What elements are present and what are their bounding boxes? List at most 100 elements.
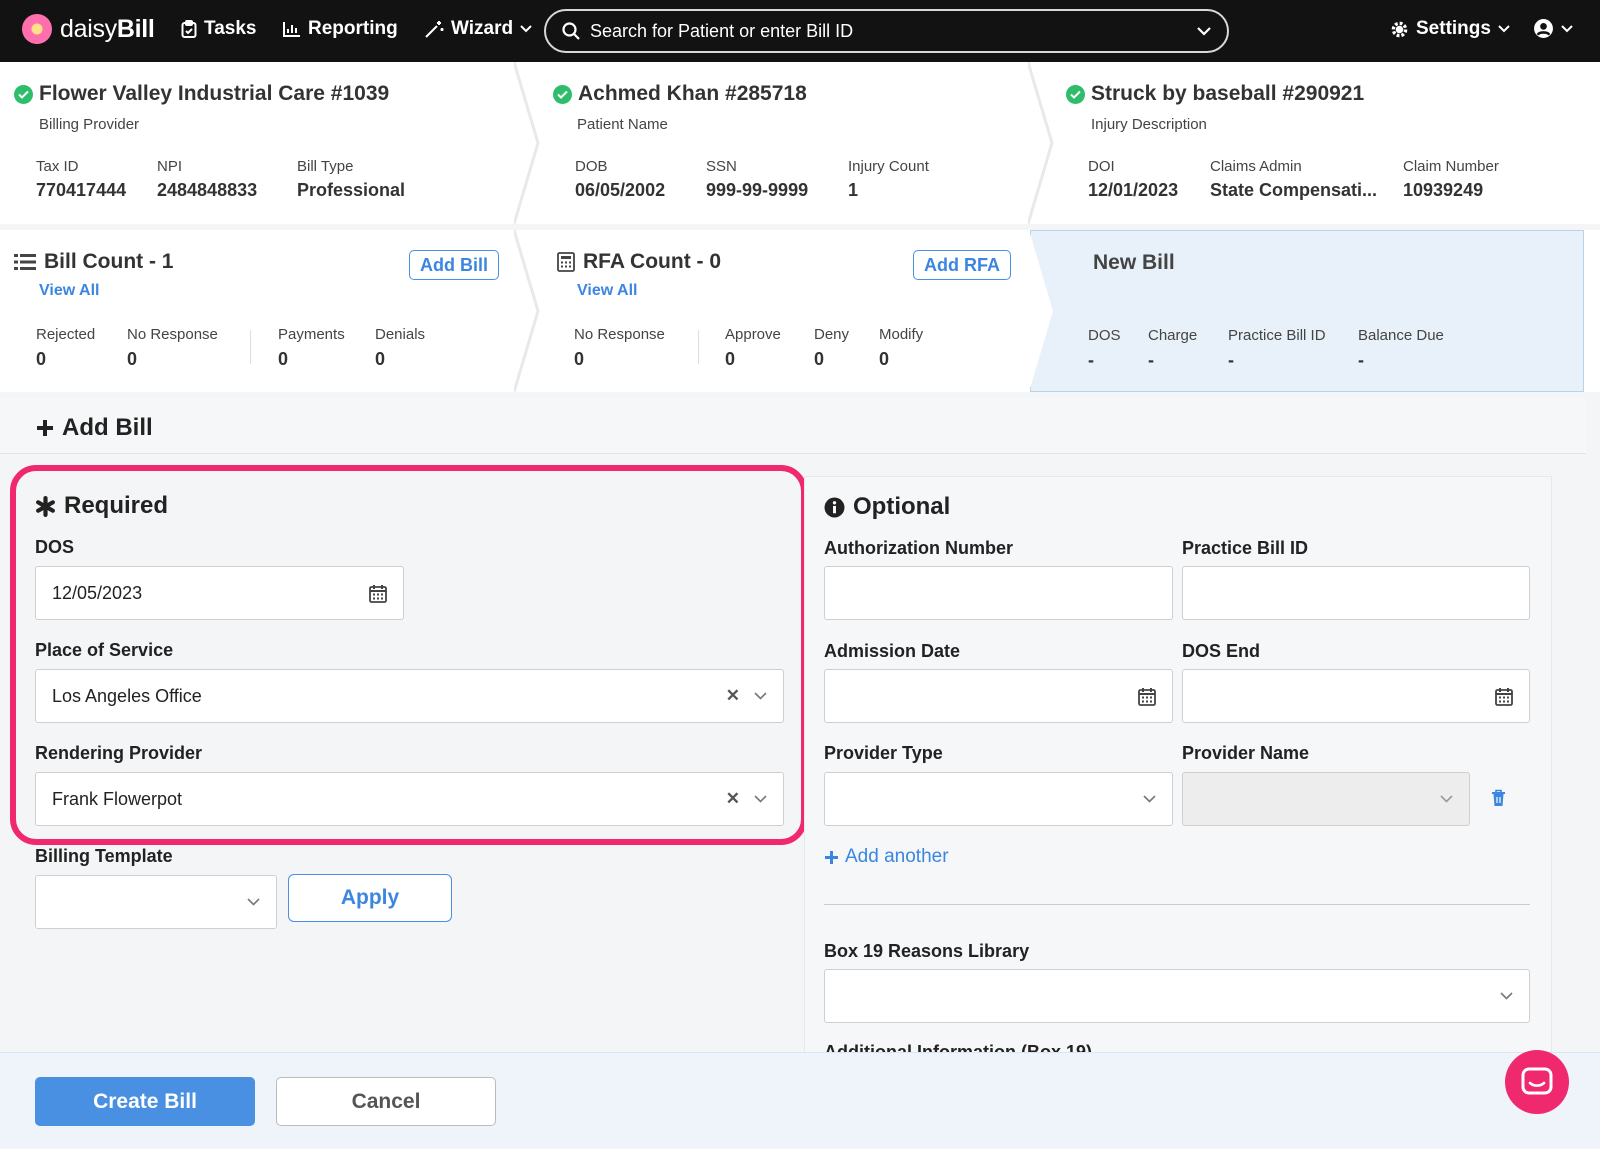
apply-template-button[interactable]: Apply — [288, 874, 452, 922]
bill-count-title: Bill Count - 1 — [44, 250, 174, 273]
box19-reasons-select[interactable] — [824, 969, 1530, 1023]
create-bill-button[interactable]: Create Bill — [35, 1077, 255, 1126]
bar-chart-icon — [283, 22, 300, 37]
provider-type-select[interactable] — [824, 772, 1173, 826]
rfa-view-all-link[interactable]: View All — [577, 282, 637, 300]
place-of-service-value: Los Angeles Office — [52, 685, 202, 706]
billing-template-label: Billing Template — [35, 846, 173, 866]
check-circle-icon — [14, 84, 33, 104]
rfa-no-response-count: No Response 0 — [574, 326, 665, 369]
calendar-icon[interactable] — [1138, 687, 1156, 706]
search-icon — [562, 22, 580, 40]
nav-wizard[interactable]: Wizard — [424, 18, 532, 40]
calendar-icon[interactable] — [369, 584, 387, 603]
new-bill-charge: Charge - — [1148, 327, 1198, 370]
provider-name-select[interactable] — [1182, 772, 1470, 826]
trash-icon[interactable] — [1491, 789, 1506, 807]
nav-tasks[interactable]: Tasks — [181, 18, 256, 40]
billing-provider-caption: Billing Provider — [39, 116, 140, 133]
billing-template-select[interactable] — [35, 875, 277, 929]
new-bill-practice-id: Practice Bill ID - — [1228, 327, 1326, 370]
add-rfa-button[interactable]: Add RFA — [913, 250, 1011, 280]
add-another-provider-link[interactable]: Add another — [824, 846, 949, 868]
divider — [250, 330, 251, 364]
divider — [698, 330, 699, 364]
rendering-provider-label: Rendering Provider — [35, 743, 203, 763]
calendar-icon[interactable] — [1495, 687, 1513, 706]
clipboard-check-icon — [181, 20, 197, 38]
breadcrumb-arrow — [514, 62, 540, 224]
cancel-button[interactable]: Cancel — [276, 1077, 496, 1126]
magic-wand-icon — [425, 21, 444, 38]
approve-count: Approve 0 — [725, 326, 781, 369]
box19-reasons-label: Box 19 Reasons Library — [824, 941, 1030, 961]
daisy-flower-icon — [22, 14, 52, 44]
rendering-provider-value: Frank Flowerpot — [52, 788, 183, 809]
modify-count: Modify 0 — [879, 326, 924, 369]
bill-type-field: Bill Type Professional — [297, 158, 406, 200]
divider — [824, 904, 1530, 905]
injury-count-field: Injury Count 1 — [848, 158, 929, 200]
new-bill-balance-due: Balance Due - — [1358, 327, 1444, 370]
authorization-number-label: Authorization Number — [824, 538, 1013, 558]
clear-icon[interactable]: ✕ — [726, 789, 740, 809]
info-circle-icon — [824, 497, 845, 517]
clear-icon[interactable]: ✕ — [726, 686, 740, 706]
patient-panel[interactable]: Achmed Khan #285718 Patient Name DOB 06/0… — [540, 62, 1040, 224]
nav-reporting-label: Reporting — [308, 18, 398, 39]
page-title: Add Bill — [62, 414, 153, 441]
admission-date-label: Admission Date — [824, 641, 961, 661]
provider-name-label: Provider Name — [1182, 743, 1310, 763]
patient-name-caption: Patient Name — [577, 116, 668, 133]
breadcrumb-arrow — [1029, 230, 1053, 392]
billing-provider-panel[interactable]: Flower Valley Industrial Care #1039 Bill… — [0, 62, 520, 224]
nav-reporting[interactable]: Reporting — [283, 18, 398, 40]
new-bill-panel: New Bill DOS - Charge - Practice Bill ID - … — [1029, 230, 1584, 392]
add-bill-button[interactable]: Add Bill — [409, 250, 499, 280]
chevron-down-icon[interactable] — [754, 795, 767, 803]
dob-field: DOB 06/05/2002 — [575, 158, 666, 200]
payments-count: Payments 0 — [278, 326, 345, 369]
logo-text-prefix: daisy — [60, 14, 117, 43]
new-bill-title: New Bill — [1093, 251, 1175, 274]
ssn-field: SSN 999-99-9999 — [706, 158, 809, 200]
user-circle-icon — [1534, 19, 1553, 38]
deny-count: Deny 0 — [814, 326, 850, 369]
chevron-down-icon — [1561, 24, 1573, 32]
nav-settings[interactable]: Settings — [1390, 18, 1510, 40]
chevron-down-icon[interactable] — [754, 692, 767, 700]
bills-view-all-link[interactable]: View All — [39, 282, 99, 300]
chevron-down-icon[interactable] — [1143, 795, 1156, 803]
daisybill-logo[interactable]: daisyBill — [22, 14, 155, 44]
injury-panel[interactable]: Struck by baseball #290921 Injury Descri… — [1054, 62, 1600, 224]
authorization-number-input[interactable] — [824, 566, 1173, 620]
chevron-down-icon[interactable] — [247, 898, 260, 906]
user-menu[interactable] — [1533, 18, 1573, 39]
chevron-down-icon[interactable] — [1440, 795, 1453, 803]
form-footer: Create Bill Cancel — [0, 1052, 1600, 1149]
practice-bill-id-input[interactable] — [1182, 566, 1530, 620]
new-bill-dos: DOS - — [1088, 327, 1121, 370]
dos-end-input[interactable] — [1182, 669, 1530, 723]
denials-count: Denials 0 — [375, 326, 426, 369]
place-of-service-select[interactable]: Los Angeles Office ✕ — [35, 669, 784, 723]
chat-launcher[interactable] — [1505, 1050, 1569, 1114]
add-bill-header: Add Bill — [0, 398, 1586, 454]
chevron-down-icon[interactable] — [1197, 26, 1211, 36]
dos-date-input[interactable]: 12/05/2023 — [35, 566, 404, 620]
chevron-down-icon[interactable] — [1500, 992, 1513, 1000]
nav-settings-label: Settings — [1416, 18, 1491, 39]
provider-type-label: Provider Type — [824, 743, 943, 763]
dos-label: DOS — [35, 537, 75, 557]
billing-provider-name: Flower Valley Industrial Care #1039 — [39, 82, 390, 105]
rendering-provider-select[interactable]: Frank Flowerpot ✕ — [35, 772, 784, 826]
claims-admin-field: Claims Admin State Compensati... — [1210, 158, 1378, 200]
calculator-icon — [557, 252, 575, 272]
npi-field: NPI 2484848833 — [157, 158, 258, 200]
admission-date-input[interactable] — [824, 669, 1173, 723]
counts-strip: Bill Count - 1 View All Add Bill Rejecte… — [0, 230, 1600, 392]
list-icon — [14, 254, 36, 270]
patient-search-input[interactable]: Search for Patient or enter Bill ID — [544, 9, 1229, 53]
claim-summary-strip: Flower Valley Industrial Care #1039 Bill… — [0, 62, 1600, 224]
chevron-down-icon — [1498, 25, 1510, 33]
